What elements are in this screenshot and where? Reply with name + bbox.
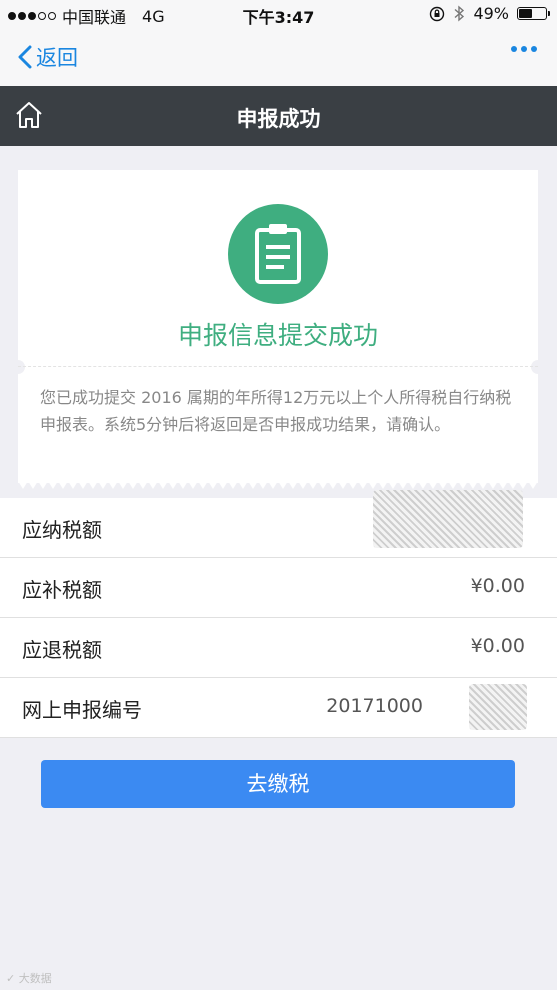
- tax-refund-value: ¥0.00: [470, 635, 525, 657]
- card-zigzag-edge: [18, 481, 538, 489]
- result-card: 申报信息提交成功 您已成功提交 2016 属期的年所得12万元以上个人所得税自行…: [11, 170, 545, 489]
- tax-refund-label: 应退税额: [22, 638, 102, 662]
- redacted-value: [373, 490, 523, 548]
- back-label: 返回: [36, 46, 78, 70]
- list-item: 应纳税额: [0, 490, 557, 558]
- tax-payable-label: 应纳税额: [22, 518, 102, 542]
- success-headline: 申报信息提交成功: [177, 321, 378, 350]
- chevron-left-icon: [18, 45, 32, 69]
- list-item: 应补税额 ¥0.00: [0, 558, 557, 618]
- submission-description: 您已成功提交 2016 属期的年所得12万元以上个人所得税自行纳税申报表。系统5…: [40, 388, 512, 434]
- more-options-icon[interactable]: [511, 46, 537, 52]
- pay-tax-button[interactable]: 去缴税: [41, 760, 515, 808]
- card-notch-right: [531, 360, 545, 374]
- tax-due-value: ¥0.00: [470, 575, 525, 597]
- card-notch-left: [11, 360, 25, 374]
- filing-number-label: 网上申报编号: [22, 698, 142, 722]
- bluetooth-icon: [454, 5, 465, 22]
- tax-detail-list: 应纳税额 应补税额 ¥0.00 应退税额 ¥0.00 网上申报编号 201710…: [0, 490, 557, 738]
- title-bar: 申报成功: [0, 86, 557, 146]
- list-item: 应退税额 ¥0.00: [0, 618, 557, 678]
- list-item: 网上申报编号 20171000: [0, 678, 557, 738]
- card-divider: [18, 366, 538, 367]
- clipboard-icon: [255, 224, 301, 284]
- back-button[interactable]: 返回: [18, 42, 78, 72]
- orientation-lock-icon: [430, 6, 445, 21]
- battery-percent: 49%: [473, 4, 509, 23]
- filing-number-value: 20171000: [326, 695, 423, 717]
- status-bar: 中国联通 4G 下午3:47 49%: [0, 0, 557, 28]
- page-title: 申报成功: [236, 107, 321, 131]
- watermark-logo: ✓ 大数据: [6, 972, 52, 985]
- nav-bar: 返回: [0, 28, 557, 86]
- status-right: 49%: [429, 4, 550, 23]
- tax-due-label: 应补税额: [22, 578, 102, 602]
- success-badge: [228, 204, 328, 304]
- redacted-value: [469, 684, 527, 730]
- battery-icon: [517, 7, 550, 20]
